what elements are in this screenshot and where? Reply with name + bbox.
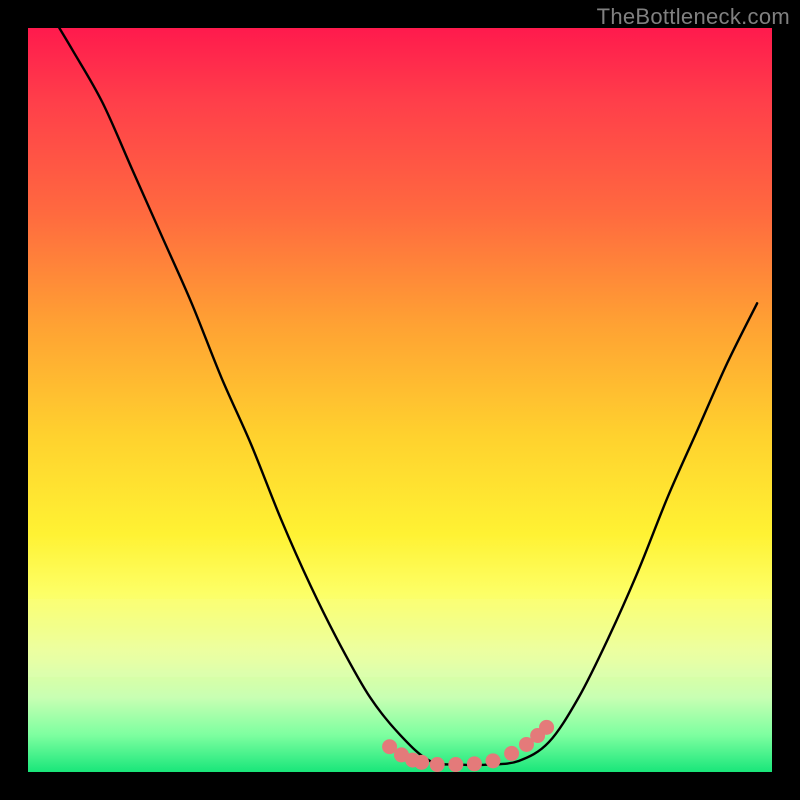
marker-dot bbox=[467, 756, 482, 771]
chart-svg bbox=[28, 28, 772, 772]
marker-dot bbox=[539, 720, 554, 735]
curve-markers bbox=[382, 720, 554, 772]
marker-dot bbox=[430, 757, 445, 772]
marker-dot bbox=[448, 757, 463, 772]
marker-dot bbox=[504, 746, 519, 761]
marker-dot bbox=[486, 753, 501, 768]
watermark-text: TheBottleneck.com bbox=[597, 4, 790, 30]
marker-dot bbox=[414, 755, 429, 770]
bottleneck-curve bbox=[50, 13, 757, 765]
chart-area bbox=[28, 28, 772, 772]
